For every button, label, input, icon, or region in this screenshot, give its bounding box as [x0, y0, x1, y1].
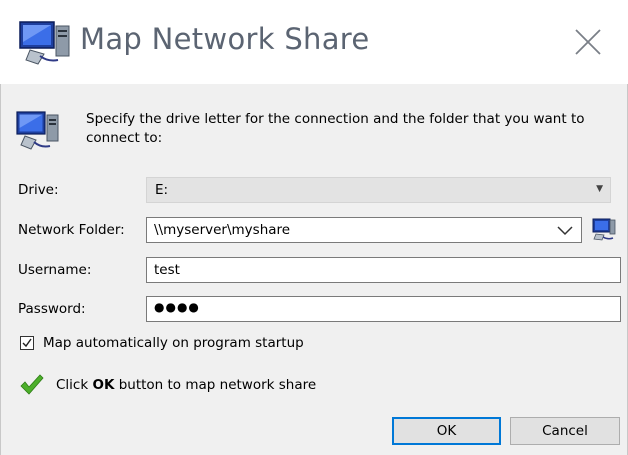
drive-select[interactable]: E: ▼: [146, 177, 611, 203]
close-icon: [575, 29, 601, 55]
username-input[interactable]: test: [146, 257, 621, 283]
drive-label: Drive:: [18, 182, 59, 198]
ok-button[interactable]: OK: [392, 417, 501, 445]
chevron-down-icon[interactable]: [557, 223, 573, 237]
frame-border-left: [0, 84, 1, 455]
title-bar: Map Network Share: [0, 0, 628, 84]
network-folder-label: Network Folder:: [18, 222, 125, 238]
network-folder-combobox[interactable]: \\myserver\myshare: [146, 217, 582, 243]
hint-suffix: button to map network share: [114, 377, 317, 393]
map-automatically-checkbox[interactable]: [20, 336, 34, 350]
username-label: Username:: [18, 262, 92, 278]
drive-value: E:: [155, 182, 169, 198]
instruction-text: Specify the drive letter for the connect…: [86, 111, 585, 146]
network-drive-icon: [19, 21, 70, 65]
network-computer-icon: [16, 111, 59, 150]
checkmark-icon: [22, 338, 32, 348]
password-input[interactable]: ●●●●: [146, 296, 621, 322]
dropdown-arrow-icon: ▼: [596, 184, 603, 194]
password-value: ●●●●: [154, 300, 200, 314]
password-label: Password:: [18, 301, 86, 317]
green-check-icon: [20, 374, 44, 395]
map-automatically-label[interactable]: Map automatically on program startup: [43, 335, 304, 351]
dialog-body: Specify the drive letter for the connect…: [0, 84, 628, 455]
hint-text: Click OK button to map network share: [56, 377, 316, 393]
hint-prefix: Click: [56, 377, 93, 393]
network-folder-value: \\myserver\myshare: [154, 222, 291, 238]
browse-network-icon[interactable]: [592, 217, 616, 241]
close-button[interactable]: [562, 16, 614, 68]
hint-bold: OK: [92, 377, 115, 393]
cancel-button[interactable]: Cancel: [510, 417, 620, 445]
username-value: test: [154, 262, 180, 278]
window-title: Map Network Share: [80, 22, 370, 56]
